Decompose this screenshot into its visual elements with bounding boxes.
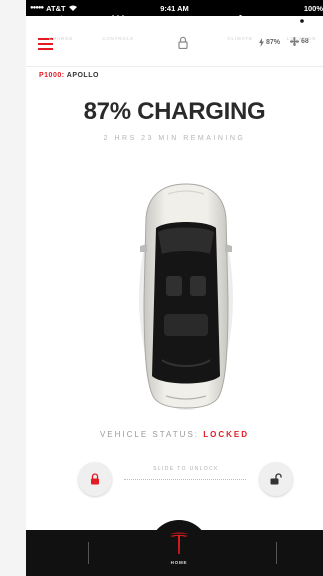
unlocked-padlock-icon (270, 473, 282, 485)
map-pin-icon (296, 16, 307, 30)
nav-controls[interactable]: CONTROLS (90, 0, 146, 46)
vehicle-name[interactable]: P1000: APOLLO (39, 72, 99, 79)
locked-padlock-icon (91, 473, 99, 485)
vehicle-status-label: VEHICLE STATUS: (99, 430, 200, 439)
nav-controls-label: CONTROLS (102, 36, 134, 41)
sliders-icon (111, 15, 125, 30)
nav-charge[interactable]: CHARGE (34, 0, 88, 46)
time-remaining: 2 HRS 23 MIN REMAINING (103, 135, 246, 142)
nav-divider (276, 542, 277, 564)
fan-icon (232, 15, 248, 30)
lightning-bolt-icon (57, 15, 65, 30)
tesla-logo-icon (169, 532, 189, 554)
charging-status-title: 87% CHARGING (83, 98, 266, 125)
vehicle-id: P1000: (39, 72, 65, 79)
app-screen: ●●●●● AT&T 9:41 AM 100% 87% 68 P1000: AP… (26, 0, 323, 576)
lock-button[interactable] (78, 462, 112, 496)
nav-divider (88, 542, 89, 564)
nav-location[interactable]: LOCATION (280, 0, 323, 46)
car-top-view-image (139, 183, 233, 410)
vehicle-status-value: LOCKED (203, 430, 250, 439)
slide-to-unlock-label: SLIDE TO UNLOCK (153, 466, 219, 472)
nav-home[interactable]: HOME (149, 520, 209, 576)
unlock-slider-track[interactable] (124, 479, 246, 480)
nav-charge-label: CHARGE (48, 36, 74, 41)
vehicle-nickname: APOLLO (66, 72, 99, 79)
nav-climate[interactable]: CLIMATE (212, 0, 268, 46)
unlock-button[interactable] (259, 462, 293, 496)
nav-climate-label: CLIMATE (227, 36, 253, 41)
vehicle-status: VEHICLE STATUS: LOCKED (26, 430, 323, 439)
nav-home-label: HOME (170, 560, 188, 565)
nav-location-label: LOCATION (286, 36, 317, 41)
battery-percent: 87% (266, 39, 281, 46)
padlock-icon[interactable] (178, 36, 188, 54)
